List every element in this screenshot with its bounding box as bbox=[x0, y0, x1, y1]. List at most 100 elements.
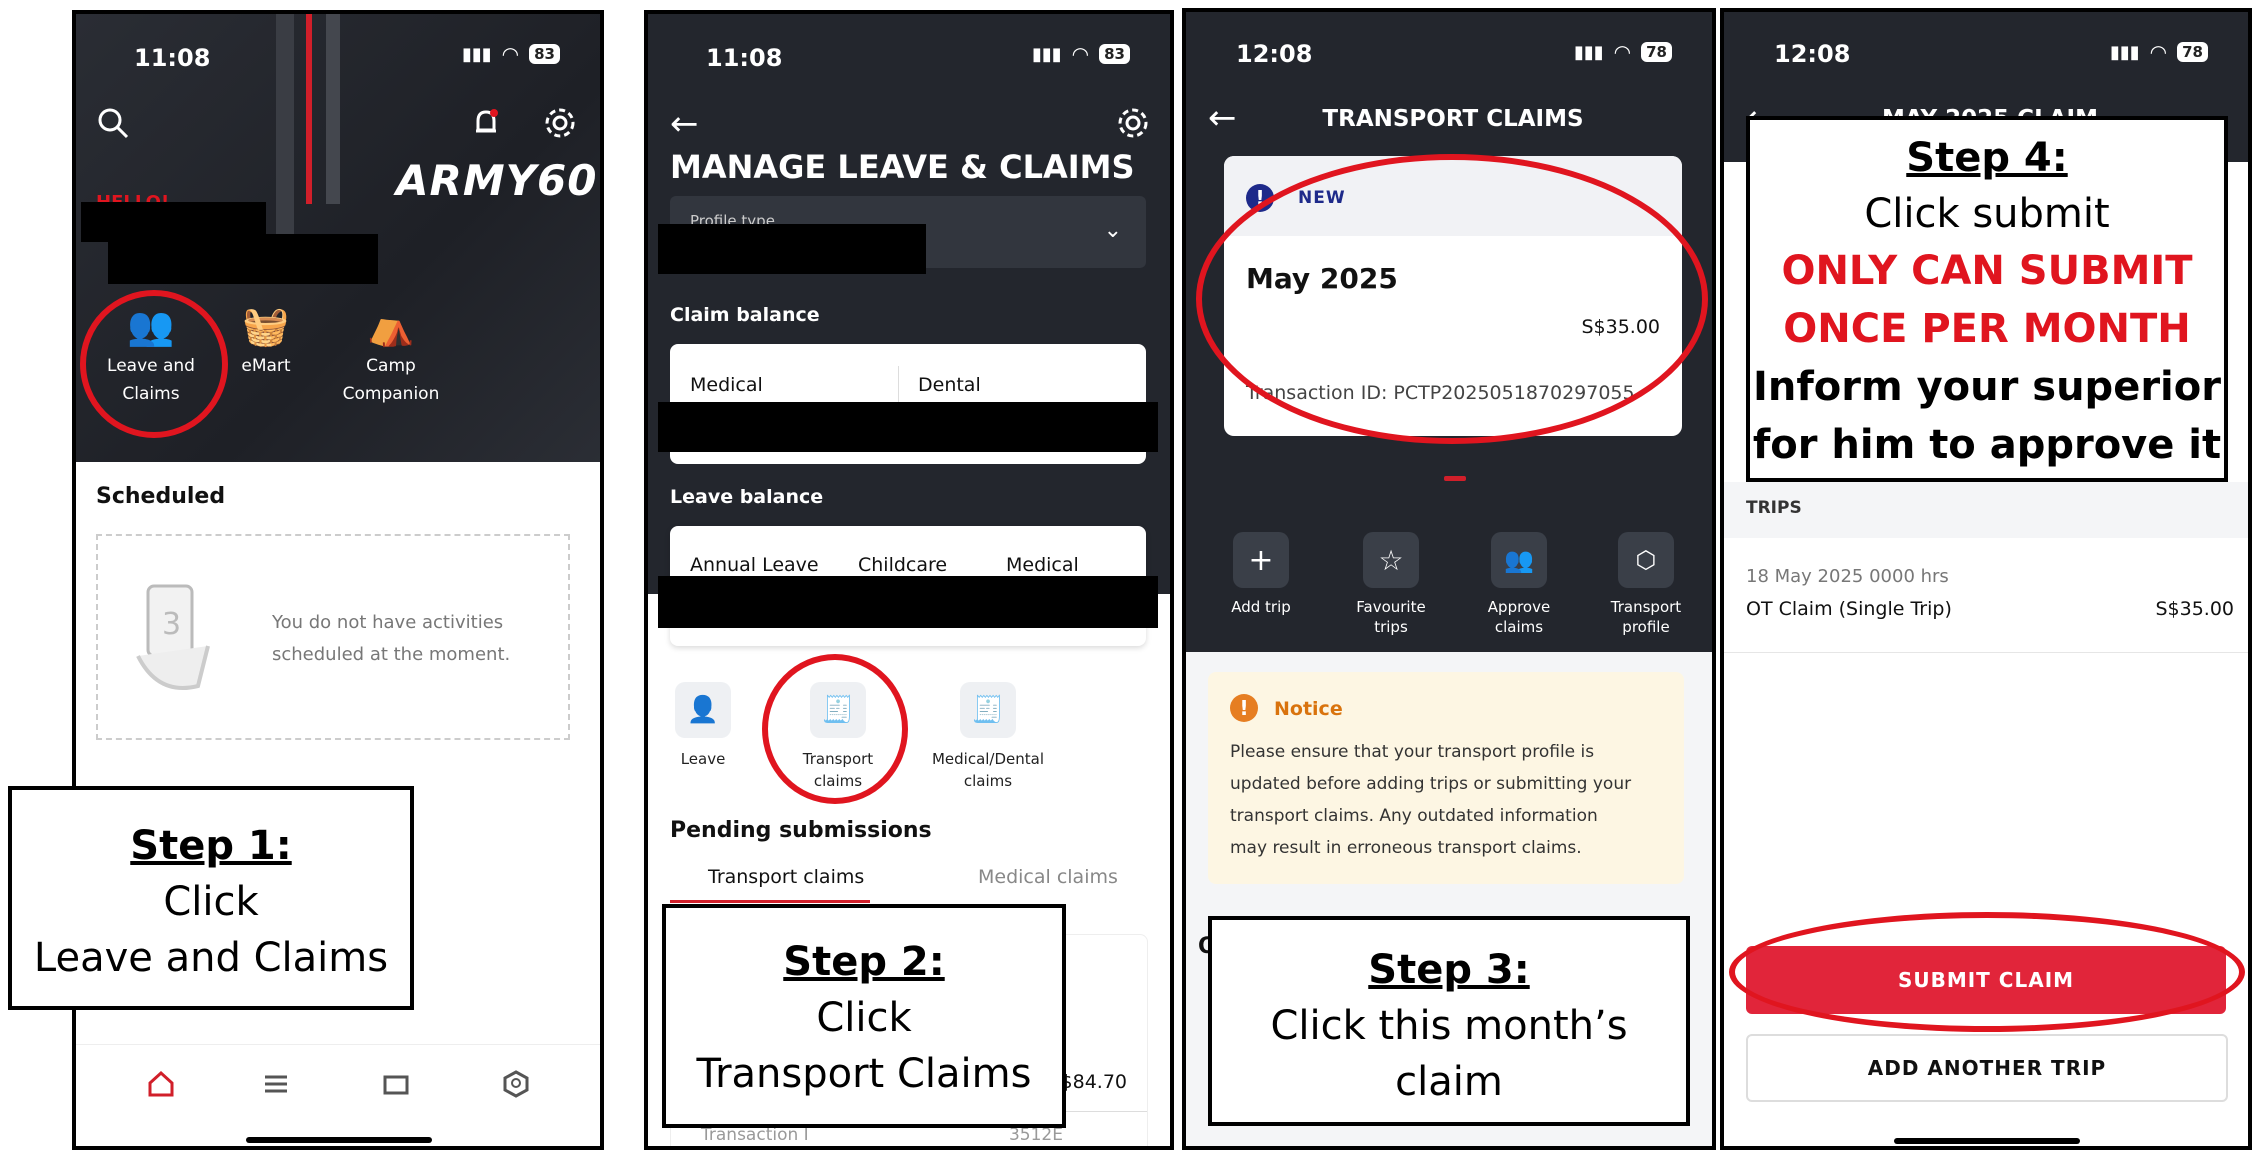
tile-camp-companion[interactable]: ⛺ Camp Companion bbox=[336, 304, 446, 404]
profile-icon[interactable] bbox=[501, 1069, 531, 1103]
step-4-red-2: ONCE PER MONTH bbox=[1783, 306, 2191, 352]
step-1-line-2: Leave and Claims bbox=[33, 935, 389, 981]
step-2-box: Step 2: Click Transport Claims bbox=[662, 904, 1066, 1128]
pending-txn: Transaction I bbox=[701, 1125, 809, 1145]
signal-icon: ▮▮▮ bbox=[1031, 43, 1062, 65]
add-another-trip-label: ADD ANOTHER TRIP bbox=[1867, 1056, 2107, 1080]
tile-leave-and-claims[interactable]: 👥 Leave and Claims bbox=[96, 304, 206, 404]
wifi-icon: ◠ bbox=[501, 42, 520, 66]
step-3-line-1: Click this month’s bbox=[1270, 1003, 1628, 1049]
status-time: 11:08 bbox=[134, 44, 211, 72]
notice-line-2: updated before adding trips or submittin… bbox=[1230, 774, 1632, 794]
submit-claim-button[interactable]: SUBMIT CLAIM bbox=[1746, 946, 2226, 1014]
leave-col-medical: Medical bbox=[1006, 554, 1079, 576]
signal-icon: ▮▮▮ bbox=[461, 43, 492, 65]
redacted-profile bbox=[658, 224, 926, 274]
step-4-bold-2: for him to approve it bbox=[1752, 422, 2222, 468]
status-bar: 12:08 ▮▮▮ ◠ 78 bbox=[1724, 12, 2248, 92]
status-time: 12:08 bbox=[1236, 40, 1313, 68]
empty-text-1: You do not have activities bbox=[272, 612, 504, 633]
trip-amount: S$35.00 bbox=[2155, 598, 2234, 620]
scheduled-title: Scheduled bbox=[96, 484, 226, 509]
bottom-nav bbox=[76, 1044, 600, 1146]
camp-icon: ⛺ bbox=[367, 304, 415, 348]
leave-balance-title: Leave balance bbox=[670, 486, 824, 508]
list-icon[interactable] bbox=[261, 1069, 291, 1103]
step-2-line-1: Click bbox=[816, 995, 912, 1041]
home-icon[interactable] bbox=[146, 1069, 176, 1103]
wifi-icon: ◠ bbox=[1071, 42, 1090, 66]
wifi-icon: ◠ bbox=[2149, 40, 2168, 64]
step-1-line-1: Click bbox=[163, 879, 259, 925]
people-icon: 👥 bbox=[1491, 532, 1547, 588]
settings-gear-icon[interactable] bbox=[1116, 106, 1150, 144]
step-4-bold-1: Inform your superior bbox=[1753, 364, 2221, 410]
empty-text-2: scheduled at the moment. bbox=[272, 644, 511, 665]
wifi-icon: ◠ bbox=[1613, 40, 1632, 64]
person-icon: 👤 bbox=[675, 682, 731, 738]
status-bar: 12:08 ▮▮▮ ◠ 78 bbox=[1186, 12, 1712, 92]
battery-icon: 78 bbox=[1641, 42, 1672, 62]
receipt-icon: 🧾 bbox=[960, 682, 1016, 738]
tab-transport-claims[interactable]: Transport claims bbox=[708, 866, 864, 888]
star-icon: ☆ bbox=[1363, 532, 1419, 588]
battery-icon: 83 bbox=[1099, 44, 1130, 64]
settings-gear-icon[interactable] bbox=[543, 106, 577, 144]
redacted-claim-balance bbox=[658, 402, 1158, 452]
trips-label: TRIPS bbox=[1746, 498, 1802, 518]
action-leave[interactable]: 👤 Leave bbox=[668, 682, 738, 768]
bell-icon[interactable] bbox=[469, 106, 503, 144]
wallet-icon[interactable] bbox=[381, 1069, 411, 1103]
step-2-title: Step 2: bbox=[783, 939, 945, 985]
status-time: 12:08 bbox=[1774, 40, 1851, 68]
pending-txn-tail: 3512E bbox=[1008, 1125, 1063, 1145]
page-title: TRANSPORT CLAIMS bbox=[1322, 106, 1584, 132]
redacted-leave-balance bbox=[658, 576, 1158, 628]
trip-row[interactable]: 18 May 2025 0000 hrs OT Claim (Single Tr… bbox=[1724, 552, 2248, 653]
back-arrow-icon[interactable]: ← bbox=[670, 104, 699, 144]
page-title: MANAGE LEAVE & CLAIMS bbox=[670, 148, 1135, 186]
action-add-trip[interactable]: + Add trip bbox=[1216, 532, 1306, 616]
action-transport-profile[interactable]: ⬡ Transport profile bbox=[1596, 532, 1696, 636]
profile-shield-icon: ⬡ bbox=[1618, 532, 1674, 588]
claim-card-may-2025[interactable]: ! NEW May 2025 S$35.00 Transaction ID: P… bbox=[1224, 156, 1682, 436]
leave-col-childcare: Childcare bbox=[858, 554, 948, 576]
notice-line-3: transport claims. Any outdated informati… bbox=[1230, 806, 1598, 826]
basket-icon: 🧺 bbox=[242, 304, 290, 348]
step-4-title: Step 4: bbox=[1906, 135, 2068, 181]
tab-medical-claims[interactable]: Medical claims bbox=[978, 866, 1118, 888]
step-4-line-1: Click submit bbox=[1864, 191, 2110, 237]
claim-amount: S$35.00 bbox=[1581, 316, 1660, 338]
action-favourite-trips[interactable]: ☆ Favourite trips bbox=[1341, 532, 1441, 636]
step-4-box: Step 4: Click submit ONLY CAN SUBMIT ONC… bbox=[1746, 116, 2228, 482]
carousel-indicator bbox=[1444, 476, 1466, 481]
battery-icon: 78 bbox=[2177, 42, 2208, 62]
claim-month: May 2025 bbox=[1246, 262, 1398, 295]
step-4-red-1: ONLY CAN SUBMIT bbox=[1781, 248, 2193, 294]
people-icon: 👥 bbox=[127, 304, 175, 348]
signal-icon: ▮▮▮ bbox=[2109, 41, 2140, 63]
add-another-trip-button[interactable]: ADD ANOTHER TRIP bbox=[1746, 1034, 2228, 1102]
claim-txn-id: Transaction ID: PCTP2025051870297055 bbox=[1246, 382, 1635, 404]
search-icon[interactable] bbox=[96, 106, 130, 144]
notice-title: Notice bbox=[1274, 698, 1343, 720]
app-logo: ARMY60 bbox=[396, 156, 598, 205]
empty-state-card: 3 You do not have activities scheduled a… bbox=[96, 534, 570, 740]
step-2-line-2: Transport Claims bbox=[696, 1051, 1032, 1097]
step-3-line-2: claim bbox=[1395, 1059, 1503, 1105]
notice-line-1: Please ensure that your transport profil… bbox=[1230, 742, 1595, 762]
signal-icon: ▮▮▮ bbox=[1573, 41, 1604, 63]
step-1-title: Step 1: bbox=[130, 823, 292, 869]
trip-name: OT Claim (Single Trip) bbox=[1746, 598, 1952, 620]
leave-col-annual: Annual Leave bbox=[690, 554, 819, 576]
action-medical-dental-claims[interactable]: 🧾 Medical/Dental claims bbox=[918, 682, 1058, 790]
redacted-name-2 bbox=[108, 234, 378, 284]
tile-emart[interactable]: 🧺 eMart bbox=[226, 304, 306, 376]
action-transport-claims[interactable]: 🧾 Transport claims bbox=[783, 682, 893, 790]
trips-header: TRIPS bbox=[1724, 482, 2248, 538]
pending-title: Pending submissions bbox=[670, 818, 932, 843]
action-approve-claims[interactable]: 👥 Approve claims bbox=[1469, 532, 1569, 636]
status-time: 11:08 bbox=[706, 44, 783, 72]
step-3-title: Step 3: bbox=[1368, 947, 1530, 993]
svg-text:3: 3 bbox=[162, 607, 181, 642]
